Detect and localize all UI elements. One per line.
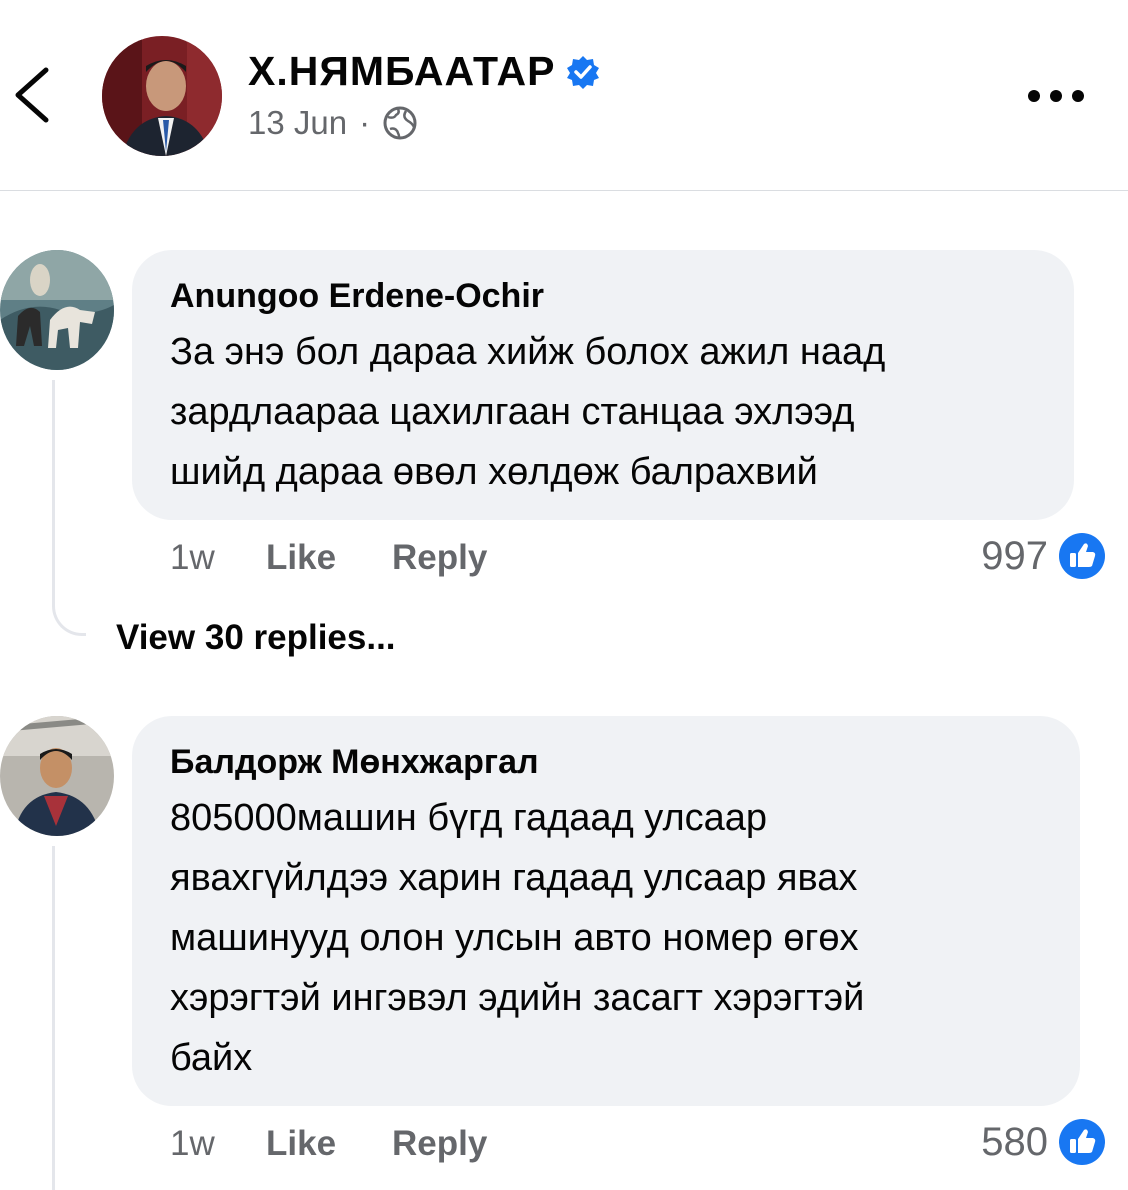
- reaction-summary[interactable]: 580: [981, 1118, 1106, 1166]
- more-dots-icon: [1028, 90, 1084, 102]
- comment-line: шийд дараа өвөл хөлдөж балрахвий: [170, 451, 818, 493]
- comment-line: машинууд олон улсын авто номер өгөх: [170, 917, 859, 959]
- comment-actions: 1w Like Reply: [170, 538, 487, 578]
- comment-line: явахгүйлдээ харин гадаад улсаар явах: [170, 857, 858, 899]
- comment-actions: 1w Like Reply: [170, 1124, 487, 1164]
- more-options-button[interactable]: [1024, 78, 1088, 114]
- reply-button[interactable]: Reply: [392, 1124, 487, 1164]
- thread-connector: [52, 596, 86, 636]
- like-thumb-icon: [1059, 533, 1105, 579]
- comment-time[interactable]: 1w: [170, 1124, 266, 1164]
- comment-bubble[interactable]: Балдорж Мөнхжаргал 805000машин бүгд гада…: [132, 716, 1080, 1106]
- commenter-avatar[interactable]: [0, 716, 114, 836]
- globe-icon: [383, 106, 417, 140]
- comment-text: 805000машин бүгд гадаад улсаар явахгүйлд…: [170, 788, 1042, 1088]
- reaction-count: 997: [981, 533, 1048, 578]
- reaction-count: 580: [981, 1119, 1048, 1164]
- comment-author[interactable]: Anungoo Erdene-Ochir: [170, 272, 1036, 320]
- page-name[interactable]: Х.НЯМБААТАР: [248, 48, 601, 95]
- comment-text: За энэ бол дараа хийж болох ажил наад за…: [170, 322, 1036, 502]
- comment-line: За энэ бол дараа хийж болох ажил наад: [170, 331, 886, 373]
- comment-line: байх: [170, 1037, 253, 1079]
- comment-author[interactable]: Балдорж Мөнхжаргал: [170, 738, 1042, 786]
- post-date[interactable]: 13 Jun: [248, 104, 347, 142]
- post-header: Х.НЯМБААТАР 13 Jun ·: [0, 0, 1128, 191]
- like-button[interactable]: Like: [266, 538, 392, 578]
- comment-line: хэрэгтэй ингэвэл эдийн засагт хэрэгтэй: [170, 977, 865, 1019]
- back-button[interactable]: [8, 60, 56, 130]
- thread-line: [52, 380, 55, 598]
- post-meta: 13 Jun ·: [248, 104, 418, 142]
- chevron-left-icon: [15, 67, 49, 123]
- comment-bubble[interactable]: Anungoo Erdene-Ochir За энэ бол дараа хи…: [132, 250, 1074, 520]
- like-button[interactable]: Like: [266, 1124, 392, 1164]
- reply-button[interactable]: Reply: [392, 538, 487, 578]
- page-avatar[interactable]: [102, 36, 222, 156]
- reaction-summary[interactable]: 997: [981, 532, 1106, 580]
- commenter-avatar[interactable]: [0, 250, 114, 370]
- like-thumb-icon: [1059, 1119, 1105, 1165]
- comment-line: 805000машин бүгд гадаад улсаар: [170, 797, 768, 839]
- comment-time[interactable]: 1w: [170, 538, 266, 578]
- comment-line: зардлаараа цахилгаан станцаа эхлээд: [170, 391, 855, 433]
- view-replies-link[interactable]: View 30 replies...: [116, 618, 396, 658]
- verified-badge-icon: [567, 55, 600, 89]
- thread-line: [52, 846, 55, 1190]
- meta-separator: ·: [359, 104, 371, 141]
- page-name-text[interactable]: Х.НЯМБААТАР: [248, 48, 555, 95]
